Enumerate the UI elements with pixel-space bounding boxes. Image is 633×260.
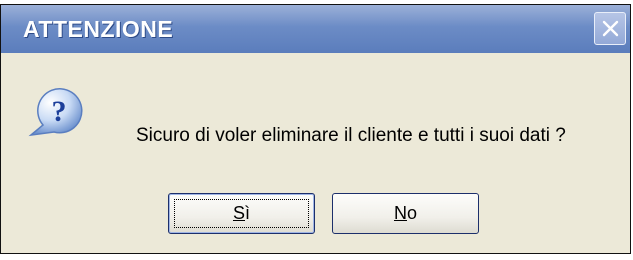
no-button-label: No [393, 203, 417, 223]
message-text: Sicuro di voler eliminare il cliente e t… [136, 125, 566, 146]
title-bar[interactable]: ATTENZIONE [1, 5, 630, 53]
no-button[interactable]: No [332, 193, 479, 234]
focus-rectangle [174, 199, 309, 228]
question-icon: ? [28, 88, 83, 137]
close-button[interactable] [594, 12, 626, 45]
dialog-title: ATTENZIONE [23, 16, 174, 42]
close-icon [602, 20, 619, 37]
dialog-body: ? Sicuro di voler eliminare il cliente e… [1, 53, 630, 253]
svg-text:?: ? [52, 95, 67, 128]
yes-button[interactable]: Sì [168, 193, 315, 234]
dialog-window: ATTENZIONE ? Sicuro di voler eliminare i… [0, 4, 631, 254]
